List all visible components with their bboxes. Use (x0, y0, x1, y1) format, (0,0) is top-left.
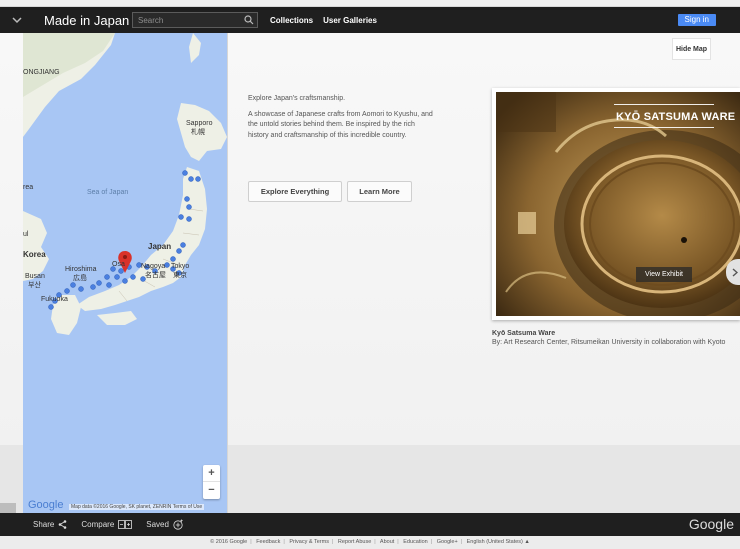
map-label-rea: rea (23, 184, 34, 191)
zoom-in-button[interactable]: + (203, 465, 220, 482)
page-footer: © 2016 Google | Feedback | Privacy & Terms… (0, 536, 740, 549)
map-label-busan: Busan (25, 273, 45, 280)
map-label-fukuoka: Fukuoka (41, 296, 68, 303)
exhibit-caption-name[interactable]: Kyō Satsuma Ware (492, 329, 725, 338)
footer-report-abuse-link[interactable]: Report Abuse (338, 539, 371, 545)
search-input[interactable] (133, 15, 237, 25)
footer-copyright: © 2016 Google (210, 539, 248, 545)
map-google-logo[interactable]: Google (28, 499, 63, 511)
map-label-hiroshima-jp: 広島 (73, 275, 87, 282)
mountain-terrain (23, 33, 115, 97)
nav-user-galleries-link[interactable]: User Galleries (323, 16, 377, 25)
browser-top-strip (0, 0, 740, 7)
saved-label: Saved (146, 520, 169, 529)
footer-privacy-link[interactable]: Privacy & Terms (289, 539, 329, 545)
exhibit-card[interactable]: KYŌ SATSUMA WARE View Exhibit (492, 88, 740, 320)
google-logo[interactable]: Google (689, 516, 734, 532)
hide-map-button[interactable]: Hide Map (672, 38, 711, 60)
zoom-out-button[interactable]: − (203, 482, 220, 499)
learn-more-button[interactable]: Learn More (347, 181, 412, 202)
side-stub (0, 503, 16, 513)
map-label-sapporo-jp: 札幌 (191, 129, 205, 136)
search-icon[interactable] (244, 15, 254, 25)
map-label-japan: Japan (148, 242, 172, 251)
top-navigation-bar: Made in Japan Collections User Galleries… (0, 7, 740, 33)
share-icon (59, 520, 67, 529)
map-label-osaka: Osa (112, 261, 125, 268)
sakhalin (189, 33, 201, 63)
title-rule-bottom (614, 127, 714, 128)
compare-label: Compare (81, 520, 115, 529)
share-label: Share (33, 520, 55, 529)
title-rule-top (614, 104, 714, 105)
add-saved-icon (173, 519, 183, 530)
map-label-tokyo: Tokyo (171, 263, 190, 270)
compare-icon (118, 520, 133, 529)
intro-text: Explore Japan's craftsmanship. A showcas… (248, 94, 433, 141)
map-label-nagoya-jp: 名古屋 (145, 272, 166, 279)
map-zoom-control: + − (203, 465, 220, 499)
exhibit-image[interactable]: KYŌ SATSUMA WARE View Exhibit (496, 92, 740, 316)
view-exhibit-button[interactable]: View Exhibit (636, 267, 692, 282)
map-label-korea: Korea (23, 250, 46, 259)
map-label-busan-kr: 부산 (28, 282, 41, 289)
chevron-right-icon (732, 267, 738, 277)
map-label-tokyo-jp: 東京 (173, 272, 187, 279)
exhibit-title: KYŌ SATSUMA WARE (616, 111, 736, 123)
intro-description: A showcase of Japanese crafts from Aomor… (248, 110, 433, 139)
footer-feedback-link[interactable]: Feedback (256, 539, 280, 545)
footer-education-link[interactable]: Education (403, 539, 427, 545)
sign-in-button[interactable]: Sign in (677, 14, 716, 26)
intro-headline: Explore Japan's craftsmanship. (248, 95, 346, 102)
bottom-toolbar: Share Compare Saved Google (0, 513, 740, 536)
map-label-ul: ul (23, 231, 29, 238)
exhibit-caption: Kyō Satsuma Ware By: Art Research Center… (492, 329, 725, 347)
compare-button[interactable]: Compare (81, 520, 133, 529)
explore-everything-button[interactable]: Explore Everything (248, 181, 342, 202)
map-label-sapporo: Sapporo (186, 120, 213, 127)
map-label-hiroshima: Hiroshima (65, 266, 97, 273)
saved-button[interactable]: Saved (146, 519, 184, 530)
nav-collections-link[interactable]: Collections (270, 16, 313, 25)
footer-google-plus-link[interactable]: Google+ (437, 539, 458, 545)
satsuma-ware-illustration (496, 92, 740, 316)
map-attribution[interactable]: Map data ©2016 Google, SK planet, ZENRIN… (69, 504, 205, 510)
search-field[interactable] (132, 12, 258, 28)
menu-chevron-button[interactable] (0, 7, 34, 33)
exhibit-caption-credit: By: Art Research Center, Ritsumeikan Uni… (492, 339, 726, 346)
map-label-nagoya: Nagoya (141, 263, 166, 270)
japan-map[interactable] (23, 33, 228, 513)
share-button[interactable]: Share (33, 520, 67, 529)
map-label-sea-of-japan: Sea of Japan (87, 189, 129, 196)
footer-language-select[interactable]: English (United States) ▲ (467, 539, 530, 545)
korean-peninsula (23, 211, 49, 281)
shikoku (97, 311, 137, 325)
site-title[interactable]: Made in Japan (44, 13, 132, 28)
footer-about-link[interactable]: About (380, 539, 394, 545)
map-panel[interactable]: ONGJIANG Sapporo 札幌 Sea of Japan rea ul … (23, 33, 228, 513)
map-label-heilongjiang: ONGJIANG (23, 69, 60, 76)
chevron-down-icon (12, 16, 22, 23)
